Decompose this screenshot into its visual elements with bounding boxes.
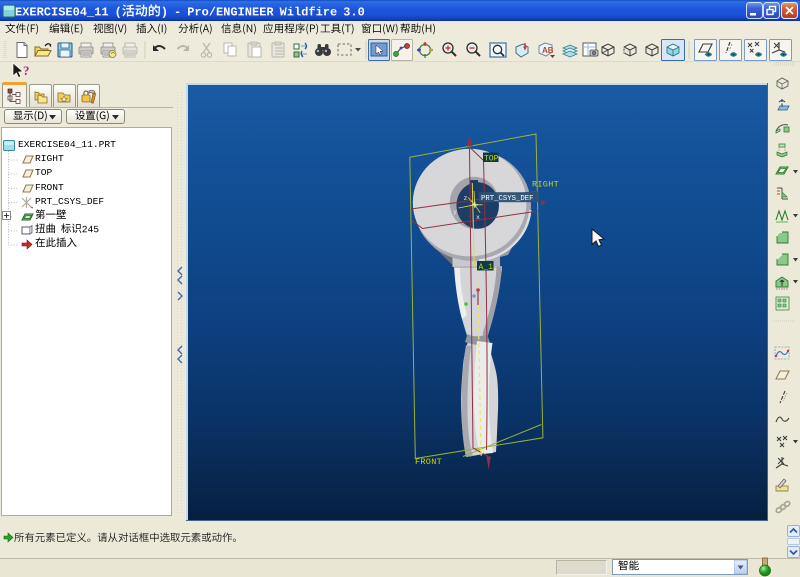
svg-text:?: ? <box>23 63 30 78</box>
svg-text:A_1: A_1 <box>479 263 494 272</box>
svg-text:AB: AB <box>542 46 554 55</box>
svg-text:x: x <box>476 214 480 221</box>
svg-text:TOP: TOP <box>484 155 499 164</box>
svg-text:y: y <box>453 209 457 216</box>
svg-text:z: z <box>464 195 468 202</box>
svg-text:RIGHT: RIGHT <box>532 180 559 190</box>
svg-text:PRT_CSYS_DEF: PRT_CSYS_DEF <box>481 195 534 203</box>
svg-text:FRONT: FRONT <box>415 457 442 467</box>
